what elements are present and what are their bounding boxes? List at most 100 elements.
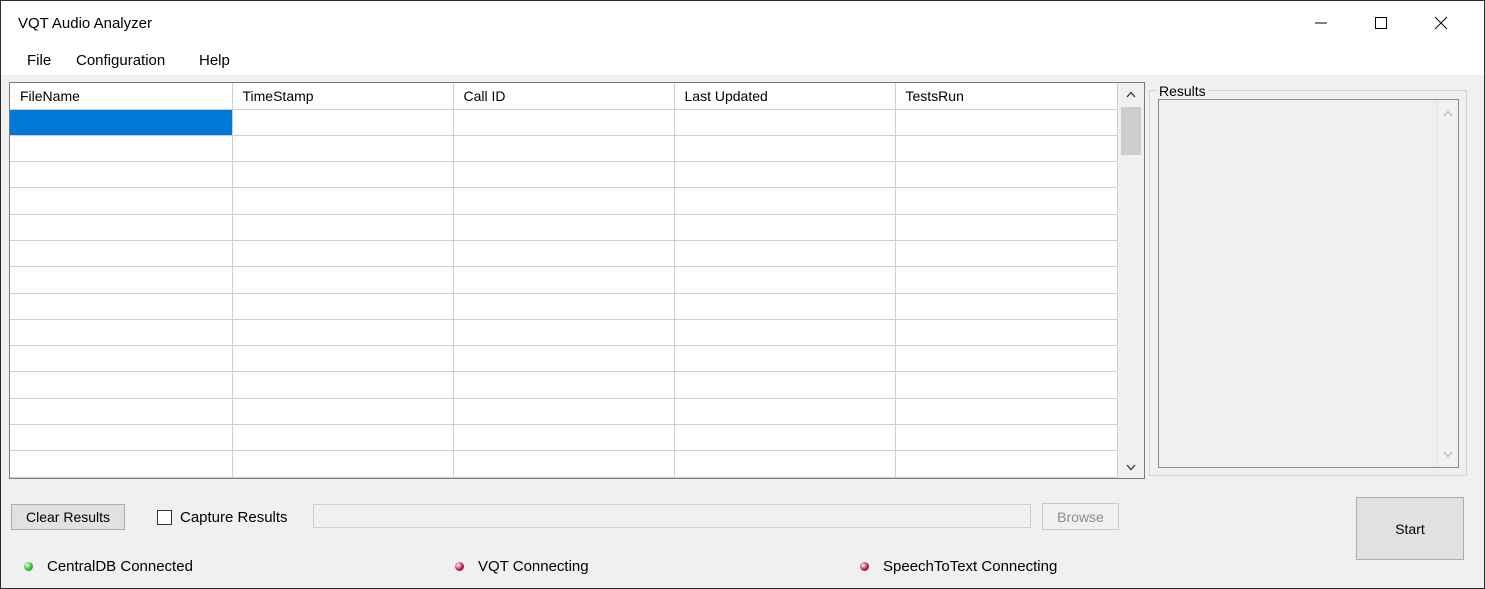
table-cell[interactable] [674, 319, 896, 347]
table-cell[interactable] [674, 398, 896, 426]
clear-results-button[interactable]: Clear Results [11, 504, 125, 530]
table-cell[interactable] [232, 266, 454, 294]
table-row[interactable] [10, 109, 1118, 136]
table-cell[interactable] [895, 345, 1118, 373]
table-row[interactable] [10, 371, 1118, 399]
table-cell[interactable] [453, 161, 675, 189]
table-cell[interactable] [453, 371, 675, 399]
table-cell[interactable] [895, 240, 1118, 268]
table-row[interactable] [10, 240, 1118, 268]
table-cell[interactable] [895, 161, 1118, 189]
table-cell[interactable] [453, 109, 675, 136]
table-row[interactable] [10, 266, 1118, 294]
table-row[interactable] [10, 135, 1118, 163]
close-button[interactable] [1418, 1, 1464, 45]
table-cell[interactable] [10, 424, 233, 452]
table-cell[interactable] [453, 424, 675, 452]
table-cell[interactable] [895, 109, 1118, 136]
start-button[interactable]: Start [1356, 497, 1464, 560]
results-scroll-down-button[interactable] [1437, 445, 1458, 463]
table-cell[interactable] [10, 319, 233, 347]
table-cell[interactable] [674, 161, 896, 189]
column-header-last-updated[interactable]: Last Updated [674, 83, 896, 110]
table-cell[interactable] [232, 450, 454, 478]
table-row[interactable] [10, 214, 1118, 241]
table-row[interactable] [10, 161, 1118, 189]
table-cell[interactable] [453, 266, 675, 294]
column-header-filename[interactable]: FileName [10, 83, 233, 110]
scroll-up-button[interactable] [1118, 83, 1144, 105]
scroll-down-button[interactable] [1118, 456, 1144, 478]
capture-results-label[interactable]: Capture Results [180, 509, 288, 526]
table-cell[interactable] [10, 161, 233, 189]
table-cell[interactable] [895, 450, 1118, 478]
table-cell[interactable] [674, 293, 896, 320]
table-cell[interactable] [674, 240, 896, 268]
table-cell[interactable] [895, 371, 1118, 399]
table-cell[interactable] [232, 161, 454, 189]
table-row[interactable] [10, 293, 1118, 320]
table-row[interactable] [10, 319, 1118, 347]
table-cell[interactable] [10, 109, 233, 136]
capture-path-input[interactable] [313, 504, 1031, 528]
capture-results-checkbox[interactable] [157, 510, 172, 525]
results-scrollbar[interactable] [1436, 100, 1458, 467]
table-cell[interactable] [232, 293, 454, 320]
table-cell[interactable] [10, 371, 233, 399]
table-cell[interactable] [232, 240, 454, 268]
minimize-button[interactable] [1298, 1, 1344, 45]
table-cell[interactable] [674, 371, 896, 399]
scroll-thumb[interactable] [1121, 107, 1141, 155]
table-cell[interactable] [674, 187, 896, 215]
menu-file[interactable]: File [27, 52, 51, 69]
table-cell[interactable] [10, 266, 233, 294]
table-cell[interactable] [453, 240, 675, 268]
table-row[interactable] [10, 424, 1118, 452]
table-cell[interactable] [674, 450, 896, 478]
table-cell[interactable] [10, 214, 233, 241]
browse-button[interactable]: Browse [1042, 503, 1119, 530]
table-cell[interactable] [453, 345, 675, 373]
table-cell[interactable] [10, 450, 233, 478]
table-cell[interactable] [232, 109, 454, 136]
table-cell[interactable] [674, 214, 896, 241]
title-bar[interactable]: VQT Audio Analyzer [1, 1, 1484, 45]
table-cell[interactable] [232, 424, 454, 452]
table-cell[interactable] [895, 293, 1118, 320]
column-header-testsrun[interactable]: TestsRun [895, 83, 1118, 110]
table-cell[interactable] [10, 345, 233, 373]
table-cell[interactable] [453, 450, 675, 478]
table-cell[interactable] [232, 398, 454, 426]
table-cell[interactable] [453, 398, 675, 426]
table-cell[interactable] [232, 187, 454, 215]
table-cell[interactable] [232, 345, 454, 373]
grid-vertical-scrollbar[interactable] [1117, 83, 1144, 478]
table-cell[interactable] [10, 240, 233, 268]
table-cell[interactable] [674, 345, 896, 373]
table-row[interactable] [10, 450, 1118, 478]
menu-help[interactable]: Help [199, 52, 230, 69]
table-cell[interactable] [10, 398, 233, 426]
results-scroll-up-button[interactable] [1437, 104, 1458, 122]
table-cell[interactable] [895, 398, 1118, 426]
table-cell[interactable] [453, 187, 675, 215]
table-cell[interactable] [895, 266, 1118, 294]
table-cell[interactable] [10, 187, 233, 215]
table-cell[interactable] [674, 266, 896, 294]
table-cell[interactable] [895, 319, 1118, 347]
table-cell[interactable] [453, 214, 675, 241]
table-cell[interactable] [895, 214, 1118, 241]
table-cell[interactable] [453, 319, 675, 347]
table-cell[interactable] [674, 135, 896, 163]
table-cell[interactable] [232, 214, 454, 241]
table-row[interactable] [10, 187, 1118, 215]
table-row[interactable] [10, 345, 1118, 373]
table-cell[interactable] [895, 424, 1118, 452]
files-grid[interactable]: FileName TimeStamp Call ID Last Updated … [9, 82, 1145, 479]
table-cell[interactable] [895, 135, 1118, 163]
table-cell[interactable] [232, 135, 454, 163]
maximize-button[interactable] [1358, 1, 1404, 45]
column-header-timestamp[interactable]: TimeStamp [232, 83, 454, 110]
table-cell[interactable] [10, 135, 233, 163]
table-cell[interactable] [674, 424, 896, 452]
